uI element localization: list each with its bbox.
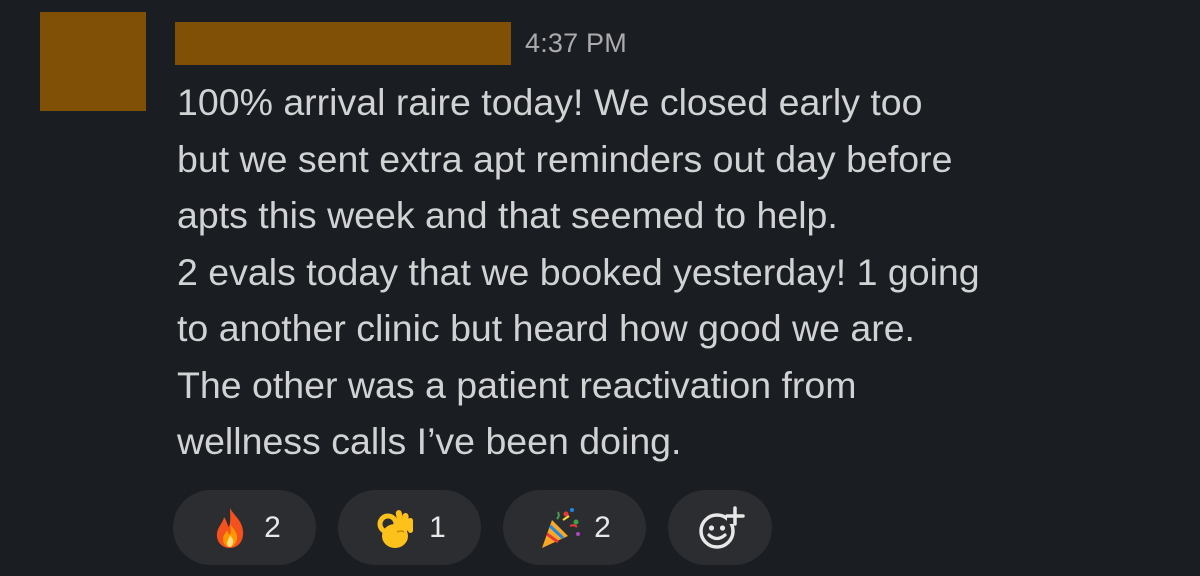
reaction-ok-hand[interactable]: 1 xyxy=(338,490,481,565)
reaction-party-popper[interactable]: 2 xyxy=(503,490,646,565)
fire-icon xyxy=(217,507,244,548)
reaction-fire[interactable]: 2 xyxy=(173,490,316,565)
message-header: 4:37 PM xyxy=(175,20,627,66)
message-line: 100% arrival raire today! We closed earl… xyxy=(177,81,923,123)
message-line: to another clinic but heard how good we … xyxy=(177,307,915,349)
message-body: 100% arrival raire today! We closed earl… xyxy=(177,74,1177,470)
reaction-count: 1 xyxy=(429,510,446,544)
avatar[interactable] xyxy=(40,12,146,111)
add-reaction-button[interactable] xyxy=(668,490,772,565)
add-reaction-icon xyxy=(699,505,745,549)
reaction-count: 2 xyxy=(264,510,281,544)
ok-hand-icon xyxy=(377,509,414,548)
message-line: wellness calls I’ve been doing. xyxy=(177,420,682,462)
party-popper-icon xyxy=(542,507,581,548)
message-line: but we sent extra apt reminders out day … xyxy=(177,137,953,180)
reactions-bar: 2 1 2 xyxy=(173,490,772,565)
timestamp[interactable]: 4:37 PM xyxy=(525,28,627,59)
message-line: apts this week and that seemed to help. xyxy=(177,194,838,236)
author-name-redacted[interactable] xyxy=(175,21,511,65)
reaction-count: 2 xyxy=(594,510,611,544)
message-line: The other was a patient reactivation fro… xyxy=(177,363,857,406)
message-line: 2 evals today that we booked yesterday! … xyxy=(177,250,980,293)
